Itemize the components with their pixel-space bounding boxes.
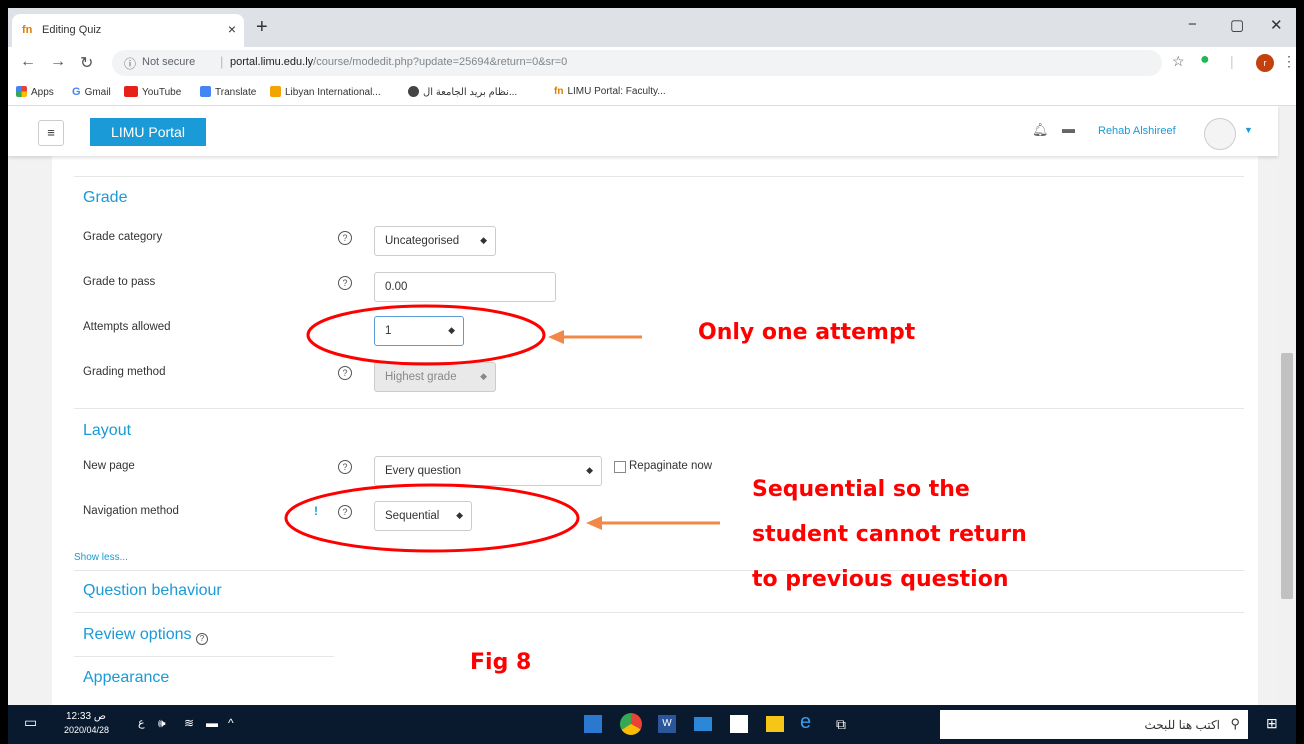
taskbar-search[interactable]: اكتب هنا للبحث ⚲ [940, 710, 1248, 739]
navigation-arrowhead [586, 516, 602, 530]
language-indicator[interactable]: ع [138, 716, 145, 729]
search-placeholder: اكتب هنا للبحث [1144, 718, 1220, 732]
annotation-sequential-line2: student cannot return [752, 522, 1027, 547]
windows-start-icon[interactable]: ⊞ [1266, 715, 1278, 732]
battery-icon[interactable]: ▬ [206, 716, 218, 730]
navigation-highlight-ellipse [284, 483, 580, 553]
photos-app-icon[interactable] [584, 715, 602, 733]
search-icon: ⚲ [1230, 716, 1240, 731]
messages-icon[interactable]: ▬ [1062, 121, 1075, 136]
windows-taskbar: ▭ 12:33 ص 2020/04/28 ع 🕪︎ ≋ ▬ ^ W e ⧉ اك… [8, 705, 1296, 744]
user-avatar[interactable] [1204, 118, 1236, 150]
chrome-app-icon[interactable] [620, 713, 642, 735]
browser-window: fn Editing Quiz × + − ▢ ✕ ← → ↻ ⓘ Not se… [8, 8, 1296, 744]
network-icon[interactable]: ≋ [184, 716, 194, 730]
figure-caption: Fig 8 [470, 650, 532, 675]
chevron-down-icon[interactable]: ▼ [1244, 125, 1253, 135]
user-name[interactable]: Rehab Alshireef [1098, 125, 1176, 137]
mail-app-icon[interactable] [694, 717, 712, 731]
attempts-highlight-ellipse [306, 304, 546, 366]
volume-icon[interactable]: 🕪︎ [158, 716, 166, 731]
file-explorer-icon[interactable] [766, 716, 784, 732]
annotation-one-attempt: Only one attempt [698, 320, 916, 345]
menu-toggle-button[interactable]: ≡ [38, 120, 64, 146]
attempts-arrowhead [548, 330, 564, 344]
word-app-icon[interactable]: W [658, 715, 676, 733]
clock-time[interactable]: 12:33 ص [66, 711, 106, 722]
store-app-icon[interactable] [730, 715, 748, 733]
annotation-sequential-line3: to previous question [752, 567, 1009, 592]
task-view-icon[interactable]: ⧉ [836, 716, 846, 733]
site-navbar: ≡ LIMU Portal 🔔︎ ▬ Rehab Alshireef ▼ [8, 106, 1278, 156]
notifications-icon[interactable]: 🔔︎ [1032, 122, 1049, 138]
site-brand[interactable]: LIMU Portal [90, 118, 206, 146]
chevron-up-icon[interactable]: ^ [228, 716, 234, 730]
annotation-sequential-line1: Sequential so the [752, 477, 970, 502]
clock-date[interactable]: 2020/04/28 [64, 725, 109, 735]
edge-app-icon[interactable]: e [800, 711, 811, 734]
notification-center-icon[interactable]: ▭ [24, 714, 37, 731]
